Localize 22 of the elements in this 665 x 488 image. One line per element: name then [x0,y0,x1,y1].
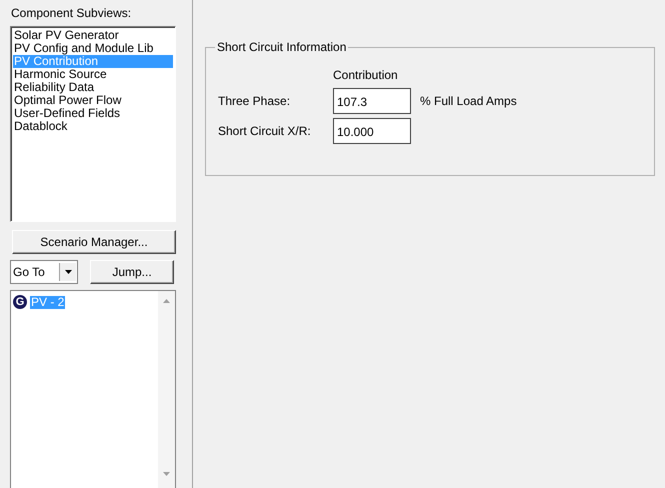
list-item[interactable]: Harmonic Source [13,68,173,81]
dropdown-arrow-icon [64,270,72,274]
unit-label: % Full Load Amps [420,94,517,108]
list-item[interactable]: PV Config and Module Lib [13,42,173,55]
group-title: Short Circuit Information [216,40,348,54]
goto-dropdown[interactable]: Go To [10,260,78,284]
field-label: Short Circuit X/R: [218,124,312,138]
input-field[interactable]: 107.3 [333,88,411,114]
list-item[interactable]: User-Defined Fields [13,107,173,120]
panel-label: Component Subviews: [10,6,132,22]
generator-icon: G [13,295,27,309]
input-field[interactable]: 10.000 [333,118,411,144]
list-item[interactable]: Reliability Data [13,81,173,94]
field-label: Three Phase: [218,94,292,108]
scroll-up-icon[interactable] [163,299,170,303]
list-item[interactable]: Solar PV Generator [13,29,173,42]
list-item[interactable]: Datablock [13,120,173,133]
scroll-down-icon[interactable] [163,472,170,476]
jump-button[interactable]: Jump... [90,260,174,284]
scenario-manager-button[interactable]: Scenario Manager... [12,230,176,254]
list-item[interactable]: Optimal Power Flow [13,94,173,107]
column-header: Contribution [333,68,399,84]
